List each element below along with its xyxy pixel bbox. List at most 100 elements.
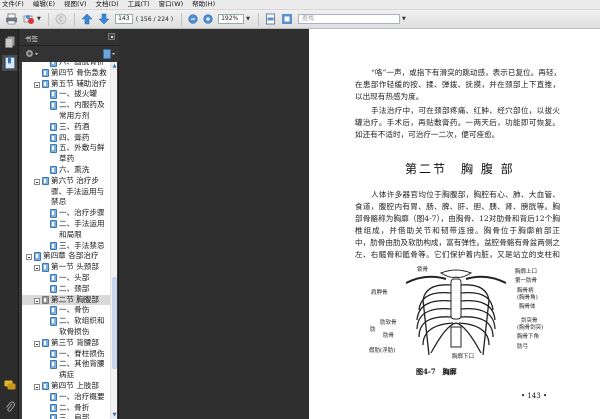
bookmark-label: 二、内服药及常用方剂 [59,100,105,120]
zoom-in-button[interactable] [203,12,213,26]
collapse-toggle-icon[interactable] [34,265,40,272]
menu-help[interactable]: 帮助(H) [192,0,215,9]
bookmark-item[interactable]: 一、头部 [22,273,110,284]
bookmark-item[interactable]: 二、内服药及常用方剂 [22,100,110,122]
bookmark-item[interactable]: 二、骨折 [22,403,110,414]
bookmark-label: 一、骨伤 [59,305,90,315]
print-button[interactable] [5,12,18,26]
bookmark-icon [50,133,57,143]
menu-view[interactable]: 视图(V) [64,0,87,9]
bookmark-icon [34,252,41,261]
zoom-dropdown-chevron-icon[interactable]: ▼ [246,16,250,22]
bookmark-item[interactable]: 二、其他背腰病症 [22,359,110,381]
back-button[interactable] [55,12,67,26]
text-line: 椎组成，并借助关节和韧带连接。胸骨位于胸廓前部正 [355,226,560,235]
page-count: ( 156 / 224 ) [135,15,174,23]
scroll-up-icon[interactable]: ▲ [111,62,117,70]
bookmark-item[interactable]: 三、药酒 [22,122,110,133]
bookmark-item[interactable]: 二、颈部 [22,284,110,295]
bookmark-item[interactable]: 二、软组织和软骨损伤 [22,316,110,338]
expand-bookmark-icon[interactable] [103,49,117,59]
bookmark-item[interactable]: 一、脊柱损伤 [22,349,110,360]
menu-bar: 文件(F) 编辑(E) 视图(V) 文档(D) 工具(T) 窗口(W) 帮助(H… [0,0,600,10]
bookmark-icon [42,381,49,391]
bookmark-scrollbar[interactable]: ▲ ▼ [110,62,117,419]
thorax-illustration [405,269,507,356]
figure-label: 肋软骨 [380,320,397,326]
collapse-toggle-icon[interactable] [34,340,40,347]
options-gear-icon[interactable] [25,49,39,58]
text-line: 部骨骼称为胸廓（图4-7），由胸骨、12对肋骨和背后12个胸 [355,214,560,223]
bookmark-item[interactable]: 三、肩部 [22,413,110,419]
bookmark-icon [50,317,57,326]
panel-title: 书签 [25,35,38,43]
figure-label: 胸骨下角 [517,334,540,340]
figure-label: (胸骨剑突) [517,325,544,331]
menu-document[interactable]: 文档(D) [96,0,119,9]
bookmark-item[interactable]: 一、治疗概要 [22,392,110,403]
search-options-chevron-icon[interactable]: ▼ [402,16,406,22]
bookmark-item[interactable]: 二、手法运用和局限 [22,219,110,241]
menu-window[interactable]: 窗口(W) [159,0,184,9]
bookmark-item[interactable]: 一、治疗步骤 [22,208,110,219]
bookmark-item[interactable]: 第一节 头颈部 [22,262,110,273]
panel-close-button[interactable] [108,33,115,40]
bookmark-item[interactable]: 第四节 上肢部 [22,381,110,392]
bookmark-item[interactable]: 第五节 辅助治疗 [22,79,110,90]
scrollbar-thumb[interactable] [112,277,117,369]
bookmark-item[interactable]: 第三节 背腰部 [22,338,110,349]
bookmark-label: 一、头部 [59,272,90,282]
bookmark-item[interactable]: 四、膏药 [22,133,110,144]
zoom-level-select[interactable]: 192% [218,14,245,24]
search-input[interactable]: 查找 [297,14,400,24]
bookmark-item[interactable]: 第二节 胸腹部 [22,294,110,306]
full-screen-icon [281,14,292,24]
collapse-toggle-icon[interactable] [34,81,40,88]
figure-label: 肋 [370,327,376,333]
attachments-panel-button[interactable] [2,399,17,415]
bookmark-icon [50,306,57,315]
bookmark-item[interactable]: 一、骨伤 [22,305,110,316]
collapse-toggle-icon[interactable] [34,383,40,390]
bookmark-item[interactable]: 六、熏洗 [22,165,110,176]
bookmark-item[interactable]: 第六节 治疗步骤、手法运用与禁忌 [22,176,110,208]
bookmark-item[interactable]: 三、手法禁忌 [22,241,110,252]
panel-header: 书签 [19,29,119,46]
bookmark-icon [50,284,57,294]
text-line: 中，肋骨由肋及软肋构成，富有弹性。盆腔骨骼有骨盆两侧之 [355,238,560,247]
bookmark-tree: 六、固脱骨折第四节 骨伤急救第五节 辅助治疗一、拔火罐二、内服药及常用方剂三、药… [22,62,117,419]
bookmark-item[interactable]: 一、拔火罐 [22,89,110,100]
fit-page-button[interactable] [265,12,276,26]
bookmark-item[interactable]: 第四章 各部治疗 [22,251,110,262]
bookmarks-panel-button[interactable] [2,55,17,71]
figure-caption: 图4-7 胸廓 [416,367,457,376]
bookmark-icon [50,414,57,419]
pages-icon [4,36,14,48]
zoom-out-button[interactable] [188,12,198,26]
menu-tools[interactable]: 工具(T) [128,0,150,9]
full-screen-button[interactable] [281,12,293,26]
next-page-button[interactable] [98,12,110,26]
text-line: “咯”一声，或指下有滑突的跳动感，表示已复位。再轻， [371,68,560,77]
collapse-toggle-icon[interactable] [34,178,40,185]
pages-panel-button[interactable] [2,34,17,50]
menu-edit[interactable]: 编辑(E) [33,0,55,9]
bookmark-item[interactable]: 第四节 骨伤急救 [22,68,110,79]
bookmark-item[interactable]: 五、外敷与鲜草药 [22,143,110,165]
bookmark-icon [50,360,57,369]
paperclip-icon [5,401,15,412]
bookmark-icon [50,392,57,402]
figure-label: 假肋(浮肋) [369,348,396,354]
bookmark-icon [50,62,57,67]
figure-label: 胸廓下口 [452,354,475,360]
menu-file[interactable]: 文件(F) [2,0,24,9]
comments-panel-button[interactable] [2,377,17,393]
bookmark-icon [50,403,57,412]
page-number-input[interactable]: 143 [114,14,133,24]
bookmark-icon [42,295,49,305]
collapse-toggle-icon[interactable] [34,297,40,304]
email-button[interactable]: ▼ [23,12,41,26]
collapse-toggle-icon[interactable] [26,254,32,261]
previous-page-button[interactable] [81,12,93,26]
scroll-down-icon[interactable]: ▼ [111,411,117,419]
